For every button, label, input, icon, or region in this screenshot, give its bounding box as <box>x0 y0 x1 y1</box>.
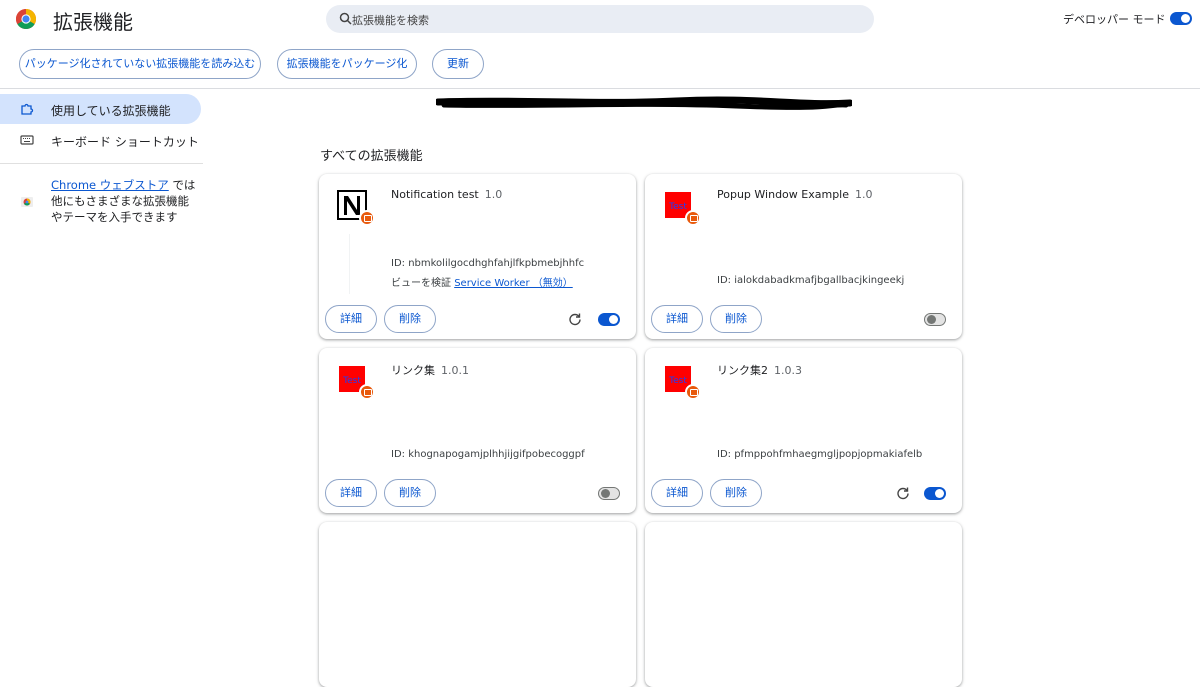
svg-text:Test: Test <box>668 376 687 386</box>
remove-button[interactable]: 削除 <box>710 479 762 507</box>
extension-name: リンク集2 1.0.3 <box>717 362 802 378</box>
enable-toggle[interactable] <box>924 487 946 500</box>
top-bar: 拡張機能 拡張機能を検索 デベロッパー モード <box>0 0 1200 38</box>
extension-name-text: リンク集 <box>391 364 435 377</box>
sidebar-divider <box>0 163 203 164</box>
extension-name: Popup Window Example 1.0 <box>717 188 873 201</box>
extension-version: 1.0.1 <box>441 364 469 377</box>
reload-icon[interactable] <box>568 312 582 326</box>
details-button[interactable]: 詳細 <box>651 305 703 333</box>
details-button[interactable]: 詳細 <box>325 479 377 507</box>
keyboard-icon <box>20 135 34 145</box>
sidebar-item-shortcuts[interactable]: キーボード ショートカット <box>0 125 201 155</box>
sidebar-item-label: 使用している拡張機能 <box>51 104 171 118</box>
action-bar: パッケージ化されていない拡張機能を読み込む 拡張機能をパッケージ化 更新 <box>0 38 1200 89</box>
webstore-text: やテーマを入手できます <box>51 210 178 224</box>
redacted-scribble <box>436 96 852 110</box>
chrome-logo-icon <box>16 9 36 29</box>
puzzle-icon <box>21 103 34 115</box>
search-input[interactable]: 拡張機能を検索 <box>352 12 429 28</box>
extension-name-text: リンク集2 <box>717 364 768 377</box>
unpacked-badge-icon <box>359 384 375 400</box>
reload-icon[interactable] <box>896 486 910 500</box>
extension-version: 1.0.3 <box>774 364 802 377</box>
webstore-icon <box>21 197 33 207</box>
section-title: すべての拡張機能 <box>320 149 423 164</box>
extension-card: Test リンク集 1.0.1 ID: khognapogamjplhhjijgi… <box>319 348 636 513</box>
extension-id: ID: khognapogamjplhhjijgifpobecoggpf <box>391 449 585 460</box>
extension-card: Test リンク集2 1.0.3 ID: pfmppohfmhaegmgljpop… <box>645 348 962 513</box>
enable-toggle[interactable] <box>598 313 620 326</box>
extension-card: Notification test 1.0 ID: nbmkolilgocdhgh… <box>319 174 636 339</box>
extension-name: リンク集 1.0.1 <box>391 362 469 378</box>
extension-id: ID: nbmkolilgocdhghfahjlfkpbmebjhhfc <box>391 258 585 269</box>
webstore-text: では <box>168 178 196 192</box>
enable-toggle[interactable] <box>924 313 946 326</box>
card-separator <box>349 234 350 294</box>
dev-mode-toggle[interactable] <box>1170 12 1192 25</box>
unpacked-badge-icon <box>359 210 375 226</box>
extension-version: 1.0 <box>855 188 873 201</box>
extension-card <box>319 522 636 687</box>
details-button[interactable]: 詳細 <box>651 479 703 507</box>
webstore-promo: Chrome ウェブストア では 他にもさまざまな拡張機能 やテーマを入手できま… <box>51 177 201 225</box>
inspect-views: ビューを検証 Service Worker （無効） <box>391 274 573 289</box>
webstore-text: 他にもさまざまな拡張機能 <box>51 194 189 208</box>
svg-text:Test: Test <box>668 202 687 212</box>
dev-mode-label: デベロッパー モード <box>1063 13 1166 26</box>
svg-text:Test: Test <box>342 376 361 386</box>
search-bar[interactable]: 拡張機能を検索 <box>326 5 874 33</box>
extension-id: ID: ialokdabadkmafjbgallbacjkingeekj <box>717 275 905 286</box>
inspect-views-label: ビューを検証 <box>391 278 451 289</box>
details-button[interactable]: 詳細 <box>325 305 377 333</box>
extension-name: Notification test 1.0 <box>391 188 502 201</box>
webstore-link[interactable]: Chrome ウェブストア <box>51 178 169 192</box>
unpacked-badge-icon <box>685 210 701 226</box>
load-unpacked-button[interactable]: パッケージ化されていない拡張機能を読み込む <box>19 49 261 79</box>
remove-button[interactable]: 削除 <box>710 305 762 333</box>
sidebar-item-extensions[interactable]: 使用している拡張機能 <box>0 94 201 124</box>
extension-name-text: Popup Window Example <box>717 188 849 201</box>
page-title: 拡張機能 <box>53 10 133 34</box>
update-button[interactable]: 更新 <box>432 49 484 79</box>
extension-card <box>645 522 962 687</box>
remove-button[interactable]: 削除 <box>384 479 436 507</box>
extension-name-text: Notification test <box>391 188 479 201</box>
remove-button[interactable]: 削除 <box>384 305 436 333</box>
pack-extension-button[interactable]: 拡張機能をパッケージ化 <box>277 49 417 79</box>
extension-card: Test Popup Window Example 1.0 ID: ialokda… <box>645 174 962 339</box>
enable-toggle[interactable] <box>598 487 620 500</box>
extension-id: ID: pfmppohfmhaegmgljpopjopmakiafelb <box>717 449 923 460</box>
service-worker-link[interactable]: Service Worker （無効） <box>454 278 573 289</box>
extension-version: 1.0 <box>484 188 503 201</box>
sidebar-item-label: キーボード ショートカット <box>51 135 199 149</box>
unpacked-badge-icon <box>685 384 701 400</box>
